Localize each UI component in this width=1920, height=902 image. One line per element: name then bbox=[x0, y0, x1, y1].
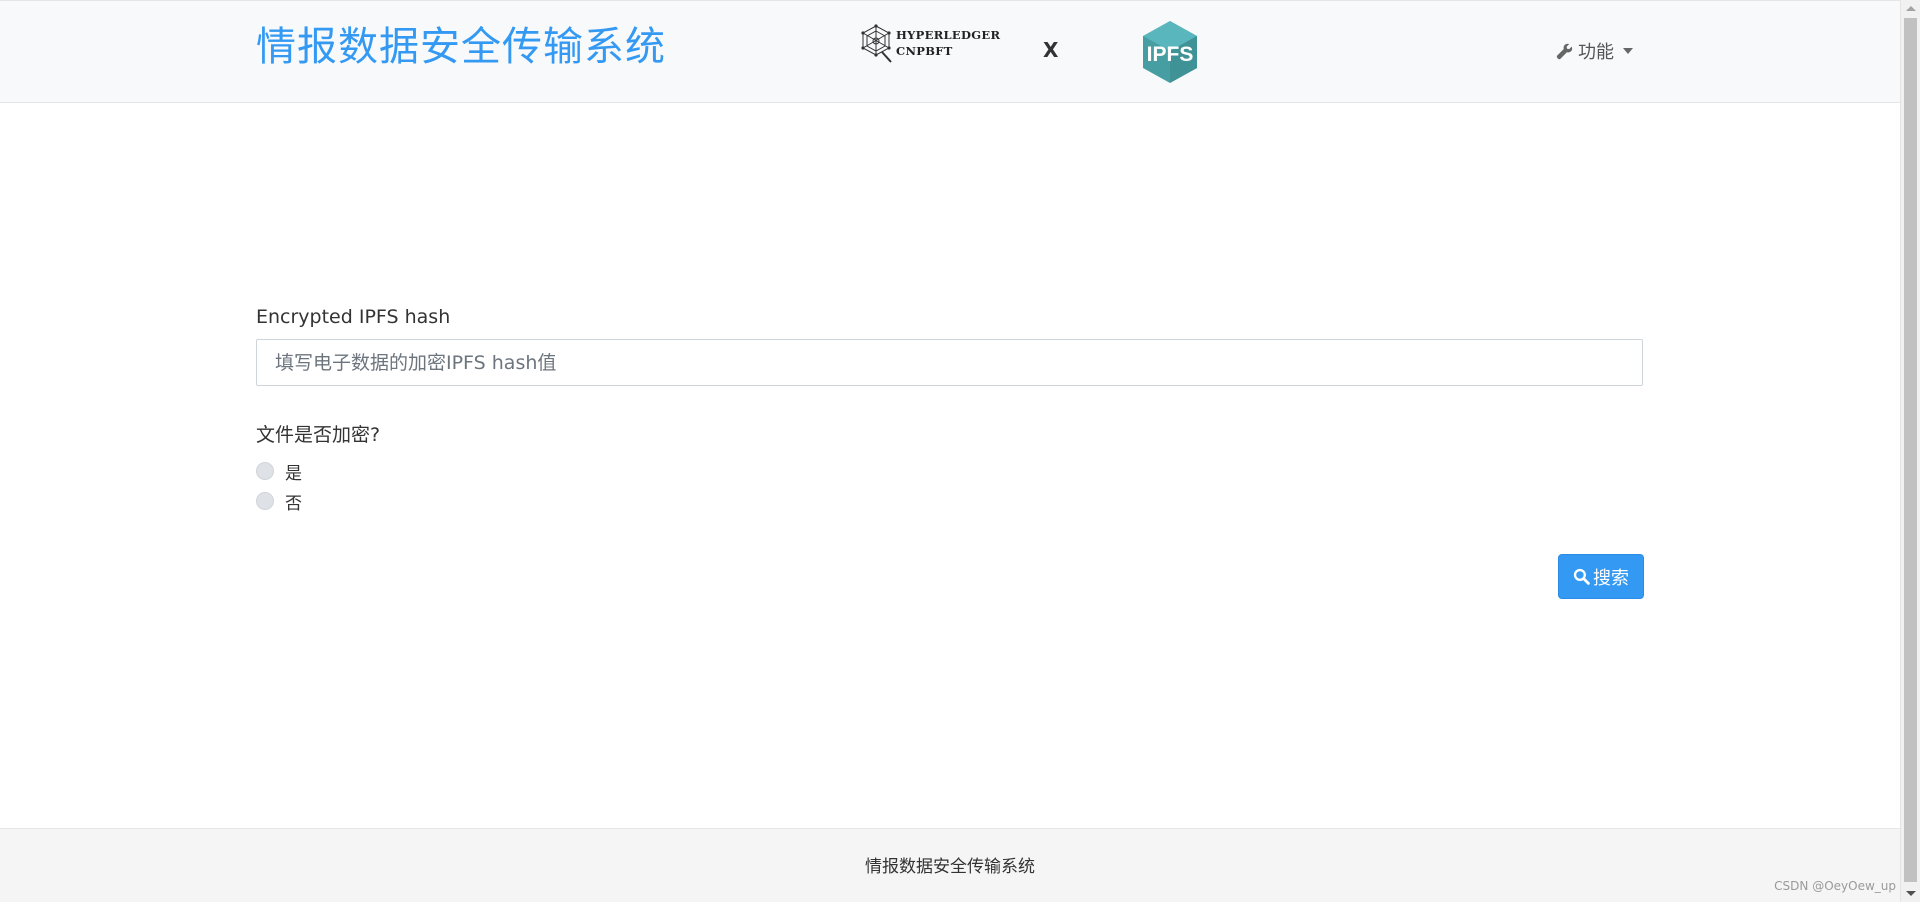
search-button[interactable]: 搜索 bbox=[1558, 554, 1644, 599]
radio-option-no[interactable]: 否 bbox=[256, 489, 302, 514]
footer-text: 情报数据安全传输系统 bbox=[865, 857, 1035, 877]
radio-yes-label: 是 bbox=[285, 463, 302, 484]
hyperledger-logo: HYPERLEDGER CNPBFT bbox=[858, 22, 1008, 64]
hyperledger-wordmark: HYPERLEDGER CNPBFT bbox=[896, 27, 1000, 59]
function-menu-label: 功能 bbox=[1578, 42, 1614, 63]
radio-no-label: 否 bbox=[285, 493, 302, 514]
caret-down-icon bbox=[1623, 48, 1633, 54]
watermark: CSDN @OeyOew_up bbox=[1774, 879, 1896, 893]
search-button-label: 搜索 bbox=[1593, 567, 1629, 589]
page: 情报数据安全传输系统 HYPERLEDGER CNPBFT X IPFS 功能 … bbox=[0, 0, 1900, 902]
brand-title[interactable]: 情报数据安全传输系统 bbox=[256, 21, 666, 73]
footer: 情报数据安全传输系统 bbox=[0, 828, 1900, 902]
encrypt-question-label: 文件是否加密? bbox=[256, 424, 381, 446]
hyperledger-line2: CNPBFT bbox=[896, 44, 953, 58]
radio-yes-circle[interactable] bbox=[256, 462, 274, 480]
radio-no-circle[interactable] bbox=[256, 492, 274, 510]
search-icon bbox=[1573, 568, 1590, 585]
vertical-scrollbar[interactable] bbox=[1900, 0, 1920, 902]
encrypted-hash-input[interactable] bbox=[256, 339, 1643, 386]
function-menu-toggle[interactable]: 功能 bbox=[1556, 37, 1633, 65]
wrench-icon bbox=[1556, 43, 1573, 59]
logo-separator: X bbox=[1043, 38, 1059, 62]
scroll-up-arrow-icon[interactable] bbox=[1906, 6, 1916, 11]
ipfs-logo-text: IPFS bbox=[1147, 43, 1194, 66]
hyperledger-line1: HYPERLEDGER bbox=[896, 28, 1001, 42]
ipfs-logo: IPFS bbox=[1143, 21, 1197, 83]
hyperledger-icon bbox=[861, 24, 892, 63]
hash-label: Encrypted IPFS hash bbox=[256, 306, 451, 328]
scrollbar-thumb[interactable] bbox=[1904, 18, 1917, 882]
radio-option-yes[interactable]: 是 bbox=[256, 459, 302, 484]
navbar: 情报数据安全传输系统 HYPERLEDGER CNPBFT X IPFS 功能 bbox=[0, 0, 1900, 103]
scroll-down-arrow-icon[interactable] bbox=[1906, 891, 1916, 896]
